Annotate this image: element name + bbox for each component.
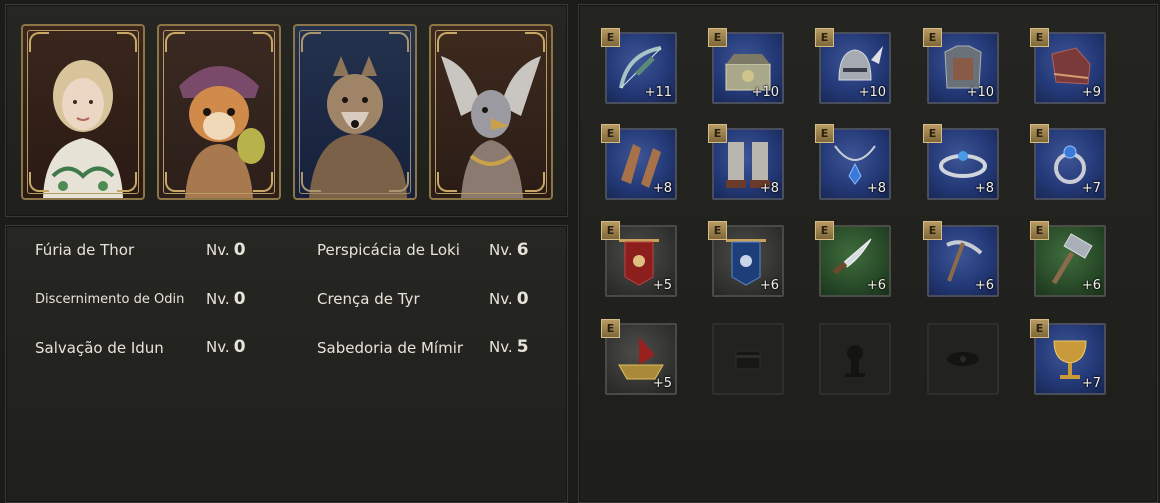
grade-badge: E bbox=[1030, 124, 1049, 143]
stat-level-mimir: Nv. 5 bbox=[489, 337, 529, 357]
portrait-card-griffin[interactable] bbox=[429, 24, 553, 200]
enhance-level: +10 bbox=[751, 85, 779, 100]
equip-slot-ship[interactable]: E +5 bbox=[601, 319, 677, 395]
enhance-level: +5 bbox=[652, 376, 672, 391]
grade-badge: E bbox=[1030, 28, 1049, 47]
empty-eye-slot-icon bbox=[947, 352, 979, 366]
stat-level-odin: Nv. 0 bbox=[206, 289, 246, 309]
equip-slot-armor[interactable]: E +10 bbox=[923, 28, 999, 104]
equip-slot-bracelet[interactable]: E +8 bbox=[923, 124, 999, 200]
stat-level-loki: Nv. 6 bbox=[489, 240, 529, 260]
equip-slot-empty-eye[interactable] bbox=[927, 323, 999, 395]
equip-slot-greaves[interactable]: E +8 bbox=[708, 124, 784, 200]
stat-label-mimir: Sabedoria de Mímir bbox=[317, 339, 464, 357]
stat-label-thor: Fúria de Thor bbox=[35, 241, 135, 259]
grade-badge: E bbox=[923, 221, 942, 240]
stat-label-odin: Discernimento de Odin bbox=[35, 292, 185, 307]
empty-chest-slot-icon bbox=[735, 350, 761, 370]
portrait-card-girl[interactable] bbox=[21, 24, 145, 200]
stat-label-loki: Perspicácia de Loki bbox=[317, 241, 460, 259]
enhance-level: +6 bbox=[974, 278, 994, 293]
grade-badge: E bbox=[923, 28, 942, 47]
enhance-level: +6 bbox=[759, 278, 779, 293]
grade-badge: E bbox=[601, 319, 620, 338]
grade-badge: E bbox=[601, 221, 620, 240]
enhance-level: +8 bbox=[652, 181, 672, 196]
enhance-level: +9 bbox=[1081, 85, 1101, 100]
equip-slot-bow[interactable]: E +11 bbox=[601, 28, 677, 104]
equip-slot-blue-banner[interactable]: E +6 bbox=[708, 221, 784, 297]
enhance-level: +8 bbox=[759, 181, 779, 196]
enhance-level: +10 bbox=[966, 85, 994, 100]
grade-badge: E bbox=[1030, 319, 1049, 338]
enhance-level: +10 bbox=[858, 85, 886, 100]
enhance-level: +6 bbox=[1081, 278, 1101, 293]
empty-totem-slot-icon bbox=[845, 345, 865, 377]
enhance-level: +8 bbox=[866, 181, 886, 196]
enhance-level: +6 bbox=[866, 278, 886, 293]
equip-slot-boots[interactable]: E +9 bbox=[1030, 28, 1106, 104]
portrait-card-wolf[interactable] bbox=[293, 24, 417, 200]
portrait-card-squirrel[interactable] bbox=[157, 24, 281, 200]
grade-badge: E bbox=[923, 124, 942, 143]
grade-badge: E bbox=[815, 221, 834, 240]
equip-slot-empty-totem[interactable] bbox=[819, 323, 891, 395]
equip-slot-helmet[interactable]: E +10 bbox=[815, 28, 891, 104]
grade-badge: E bbox=[815, 28, 834, 47]
stat-label-idun: Salvação de Idun bbox=[35, 339, 164, 357]
stat-label-tyr: Crença de Tyr bbox=[317, 290, 420, 308]
equip-slot-necklace[interactable]: E +8 bbox=[815, 124, 891, 200]
equip-slot-chest[interactable]: E +10 bbox=[708, 28, 784, 104]
equip-slot-knife[interactable]: E +6 bbox=[815, 221, 891, 297]
enhance-level: +8 bbox=[974, 181, 994, 196]
enhance-level: +7 bbox=[1081, 376, 1101, 391]
grade-badge: E bbox=[815, 124, 834, 143]
equip-slot-empty-chest[interactable] bbox=[712, 323, 784, 395]
equip-slot-goblet[interactable]: E +7 bbox=[1030, 319, 1106, 395]
grade-badge: E bbox=[708, 124, 727, 143]
equip-slot-red-banner[interactable]: E +5 bbox=[601, 221, 677, 297]
stat-level-tyr: Nv. 0 bbox=[489, 289, 529, 309]
grade-badge: E bbox=[708, 28, 727, 47]
enhance-level: +11 bbox=[644, 85, 672, 100]
stat-level-thor: Nv. 0 bbox=[206, 240, 246, 260]
grade-badge: E bbox=[1030, 221, 1049, 240]
grade-badge: E bbox=[601, 28, 620, 47]
stat-level-idun: Nv. 0 bbox=[206, 337, 246, 357]
equip-slot-bracers[interactable]: E +8 bbox=[601, 124, 677, 200]
stats-panel: Fúria de Thor Nv. 0 Perspicácia de Loki N… bbox=[5, 225, 568, 503]
enhance-level: +7 bbox=[1081, 181, 1101, 196]
equip-slot-pickaxe[interactable]: E +6 bbox=[923, 221, 999, 297]
grade-badge: E bbox=[708, 221, 727, 240]
equip-slot-hammer[interactable]: E +6 bbox=[1030, 221, 1106, 297]
equip-slot-ring[interactable]: E +7 bbox=[1030, 124, 1106, 200]
card-panel bbox=[5, 4, 568, 217]
grade-badge: E bbox=[601, 124, 620, 143]
enhance-level: +5 bbox=[652, 278, 672, 293]
